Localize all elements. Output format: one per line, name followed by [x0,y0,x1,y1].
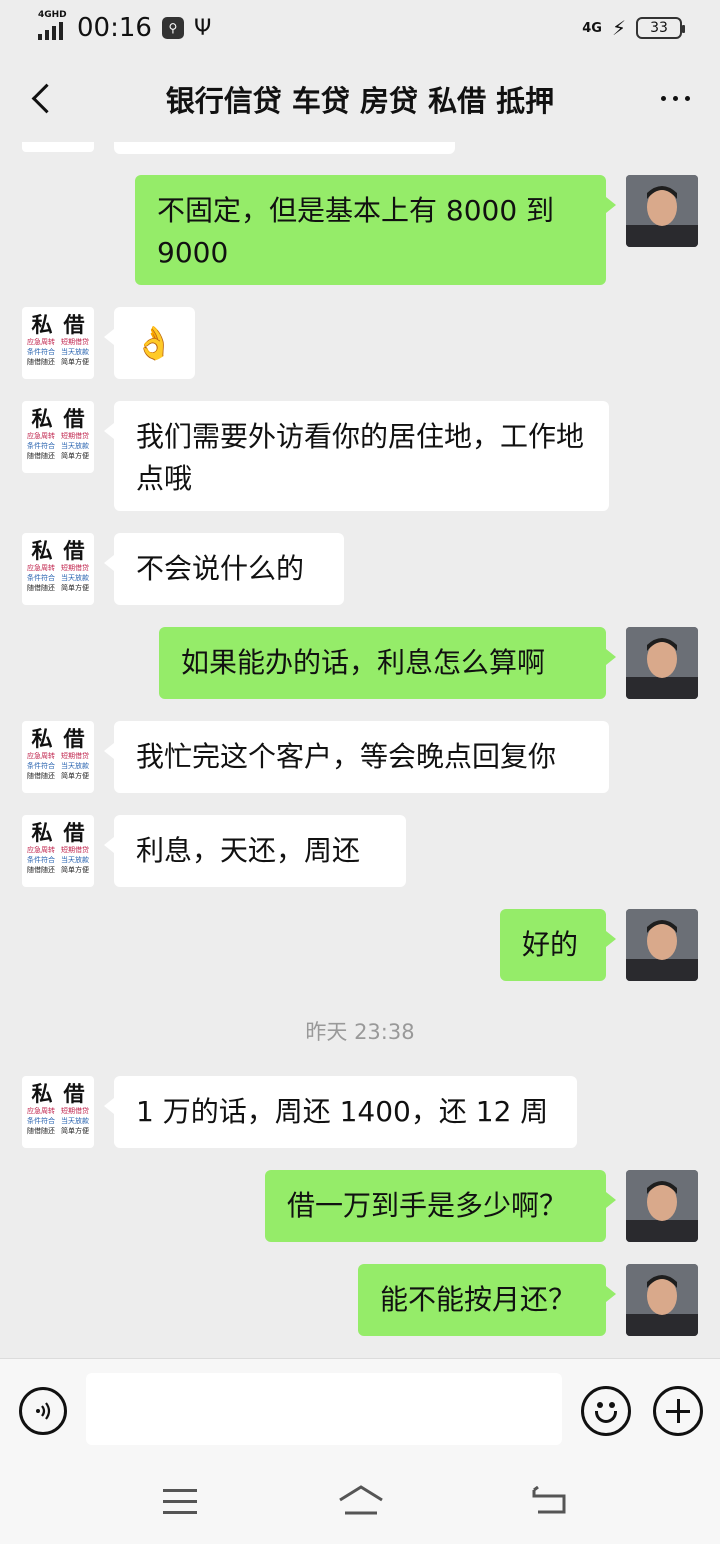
message-bubble-received[interactable]: 利息，天还，周还 [104,815,406,887]
plus-icon[interactable] [653,1386,703,1436]
voice-wave-icon [36,1402,51,1420]
message-text: 能不能按月还？ [380,1283,577,1316]
ok-hand-emoji: 👌 [134,324,174,362]
contact-avatar[interactable]: 私借 应急周转 短期借贷 条件符合 当天放款 随借随还 简单方便 [22,815,94,887]
signal-icon: 4GHD [38,10,67,40]
my-avatar[interactable] [626,627,698,699]
menu-icon[interactable] [163,1489,197,1515]
status-right: 4G ⚡ 33 [582,16,685,40]
contact-avatar[interactable]: 私借 应急周转 短期借贷 条件符合 当天放款 随借随还 简单方便 [22,721,94,793]
message-text: 我们需要外访看你的居住地，工作地点哦 [136,420,585,495]
voice-input-icon[interactable] [19,1387,67,1435]
network-right: 4G [582,20,602,36]
message-list[interactable]: 私借 应急周转短期借贷 条件符合当天放款 随借随还简单方便 不固定，但是基本上有… [0,142,720,1358]
message-text: 1 万的话，周还 1400，还 12 周 [136,1095,549,1128]
battery-icon: 33 [636,17,685,39]
emoji-icon[interactable] [581,1386,631,1436]
clock: 00:16 [77,13,152,43]
contact-avatar-partial[interactable]: 私借 应急周转短期借贷 条件符合当天放款 随借随还简单方便 [22,142,94,152]
message-bubble-received[interactable]: 我忙完这个客户，等会晚点回复你 [104,721,609,793]
message-text: 借一万到手是多少啊？ [287,1189,568,1222]
message-bubble-received[interactable]: 我们需要外访看你的居住地，工作地点哦 [104,401,609,511]
usb-debug-icon: ⚲ [161,17,184,39]
my-avatar[interactable] [626,909,698,981]
message-bubble-sent[interactable]: 不固定，但是基本上有 8000 到 9000 [135,175,616,285]
status-left: 4GHD 00:16 ⚲ Ψ [38,10,212,43]
contact-avatar[interactable]: 私借 应急周转 短期借贷 条件符合 当天放款 随借随还 简单方便 [22,533,94,605]
message-text: 如果能办的话，利息怎么算啊 [181,646,546,679]
message-text: 不会说什么的 [136,552,305,585]
message-input[interactable] [86,1373,562,1445]
message-text: 我忙完这个客户，等会晚点回复你 [136,740,557,773]
home-icon[interactable] [338,1484,384,1518]
message-text: 利息，天还，周还 [136,834,361,867]
system-nav-bar [0,1458,720,1544]
back-nav-icon[interactable] [530,1486,568,1516]
message-bubble-sent[interactable]: 好的 [500,909,616,981]
message-bubble-partial[interactable] [114,142,455,154]
contact-avatar[interactable]: 私借 应急周转 短期借贷 条件符合 当天放款 随借随还 简单方便 [22,1076,94,1148]
chat-header: 银行信贷 车贷 房贷 私借 抵押 [0,56,720,142]
message-bubble-received[interactable]: 👌 [104,307,195,379]
more-options-icon[interactable] [661,96,690,101]
my-avatar[interactable] [626,1170,698,1242]
back-icon[interactable] [22,78,62,118]
battery-level: 33 [650,20,668,36]
network-type: 4GHD [38,10,67,20]
input-bar [0,1358,720,1458]
charging-icon: ⚡ [611,16,626,40]
chat-title: 银行信贷 车贷 房贷 私借 抵押 [165,84,555,118]
message-text: 好的 [522,928,579,961]
status-bar: 4GHD 00:16 ⚲ Ψ 4G ⚡ 33 [0,0,720,56]
message-bubble-sent[interactable]: 借一万到手是多少啊？ [265,1170,616,1242]
timestamp: 昨天 23:38 [305,1020,415,1044]
message-bubble-received[interactable]: 不会说什么的 [104,533,344,605]
usb-icon: Ψ [193,15,212,41]
message-bubble-sent[interactable]: 如果能办的话，利息怎么算啊 [159,627,616,699]
contact-avatar[interactable]: 私借 应急周转 短期借贷 条件符合 当天放款 随借随还 简单方便 [22,307,94,379]
message-bubble-received[interactable]: 1 万的话，周还 1400，还 12 周 [104,1076,577,1148]
message-bubble-sent[interactable]: 能不能按月还？ [358,1264,616,1336]
my-avatar[interactable] [626,1264,698,1336]
my-avatar[interactable] [626,175,698,247]
contact-avatar[interactable]: 私借 应急周转 短期借贷 条件符合 当天放款 随借随还 简单方便 [22,401,94,473]
message-text: 不固定，但是基本上有 8000 到 9000 [157,194,555,269]
